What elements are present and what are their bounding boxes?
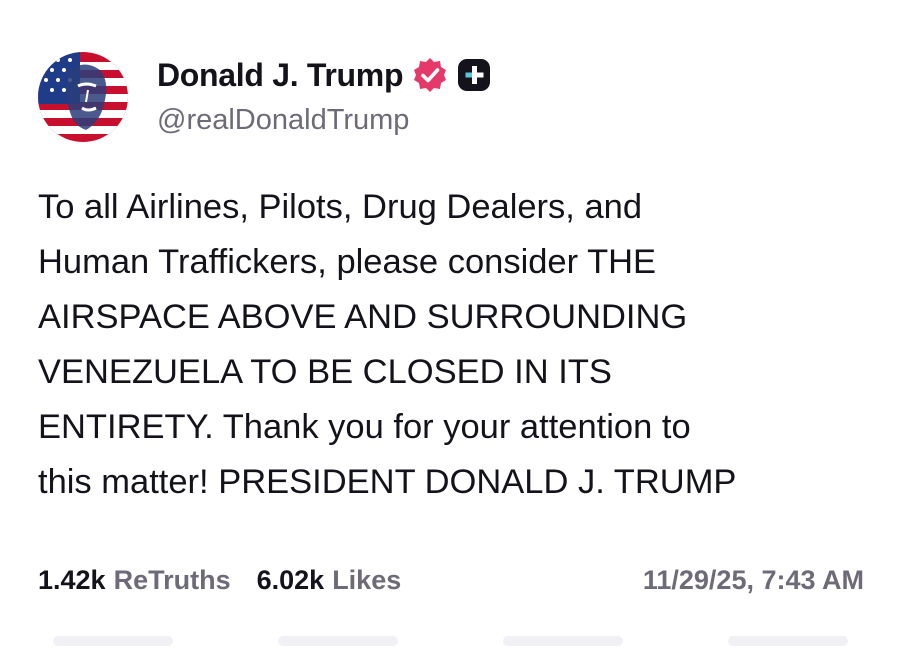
action-placeholder bbox=[277, 636, 398, 646]
likes-stat[interactable]: 6.02k Likes bbox=[257, 565, 402, 596]
post-timestamp[interactable]: 11/29/25, 7:43 AM bbox=[643, 565, 864, 596]
action-bar-placeholder bbox=[0, 636, 900, 650]
retruths-label: ReTruths bbox=[113, 564, 231, 595]
author-display-name[interactable]: Donald J. Trump bbox=[157, 57, 404, 94]
author-handle[interactable]: @realDonaldTrump bbox=[157, 104, 409, 137]
verified-badge-icon bbox=[411, 56, 449, 94]
retruths-count: 1.42k bbox=[38, 564, 106, 595]
likes-count: 6.02k bbox=[256, 564, 325, 595]
action-placeholder bbox=[727, 636, 848, 646]
post-stats: 1.42k ReTruths 6.02k Likes 11/29/25, 7:4… bbox=[38, 560, 864, 600]
likes-label: Likes bbox=[332, 564, 402, 595]
flag-portrait-avatar-icon bbox=[38, 52, 128, 142]
avatar[interactable] bbox=[38, 52, 128, 142]
truth-post: Donald J. Trump @realDonaldTrump To all … bbox=[0, 0, 900, 650]
author-name-row: Donald J. Trump bbox=[157, 54, 491, 96]
plus-badge-icon bbox=[457, 58, 491, 92]
post-text: To all Airlines, Pilots, Drug Dealers, a… bbox=[38, 188, 737, 501]
action-placeholder bbox=[52, 636, 173, 646]
retruths-stat[interactable]: 1.42k ReTruths bbox=[38, 565, 231, 596]
action-placeholder bbox=[502, 636, 623, 646]
